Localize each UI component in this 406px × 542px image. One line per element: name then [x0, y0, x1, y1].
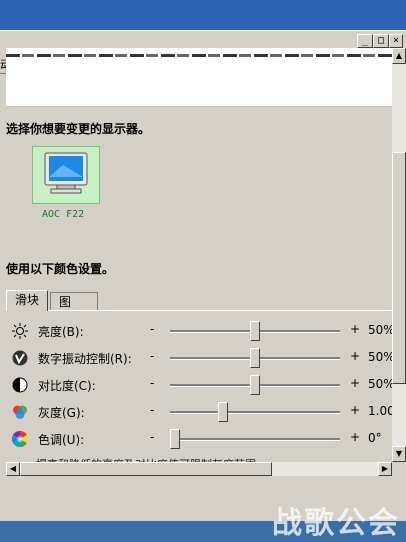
sun-icon — [12, 323, 28, 339]
scroll-left-arrow-icon[interactable]: ◀ — [6, 462, 20, 476]
slider-row-brightness: 亮度(B): - + 50% — [6, 319, 392, 343]
decrease-button[interactable]: - — [150, 349, 154, 363]
slider-panel: 亮度(B): - + 50% 数字振动控制(R): - + 50% 对比度( — [6, 310, 392, 462]
slider-row-gamma: 灰度(G): - + 1.00 — [6, 400, 392, 424]
slider-label: 数字振动控制(R): — [38, 352, 132, 366]
slider-thumb[interactable] — [250, 375, 260, 395]
slider-thumb[interactable] — [218, 402, 228, 422]
slider-label: 对比度(C): — [38, 379, 96, 393]
scroll-down-arrow-icon[interactable]: ▼ — [392, 446, 406, 462]
vibrance-icon — [12, 350, 28, 366]
contrast-icon — [12, 377, 28, 393]
increase-button[interactable]: + — [350, 322, 360, 336]
close-button[interactable]: × — [389, 34, 403, 48]
tab-slider[interactable]: 滑块 — [6, 290, 49, 311]
watermark-logo: 战歌公会 — [272, 506, 400, 541]
tab-strip: 滑块 图 — [6, 290, 392, 311]
use-colors-heading: 使用以下颜色设置。 — [6, 262, 115, 276]
decrease-button[interactable]: - — [150, 403, 154, 417]
slider-label: 色调(U): — [38, 433, 85, 447]
gamma-icon — [13, 405, 27, 419]
horizontal-scroll-thumb[interactable] — [20, 462, 272, 476]
increase-button[interactable]: + — [350, 349, 360, 363]
increase-button[interactable]: + — [350, 376, 360, 390]
decrease-button[interactable]: - — [150, 376, 154, 390]
slider-row-vibrance: 数字振动控制(R): - + 50% — [6, 346, 392, 370]
minimize-button[interactable]: _ — [357, 34, 373, 48]
slider-row-contrast: 对比度(C): - + 50% — [6, 373, 392, 397]
choose-display-heading: 选择你想要变更的显示器。 — [6, 122, 151, 136]
desktop-strip — [0, 0, 406, 30]
slider-value: 50% — [368, 323, 392, 337]
vertical-scrollbar[interactable]: ▲ ▼ — [392, 48, 406, 462]
monitor-icon — [44, 152, 88, 194]
horizontal-scrollbar[interactable]: ◀ ▶ — [6, 462, 392, 476]
decrease-button[interactable]: - — [150, 322, 154, 336]
slider-thumb[interactable] — [170, 429, 180, 449]
decrease-button[interactable]: - — [150, 430, 154, 444]
slider-label: 亮度(B): — [38, 325, 84, 339]
maximize-button[interactable]: □ — [373, 34, 389, 48]
banner-text-strip — [6, 54, 392, 57]
vertical-scroll-thumb[interactable] — [392, 152, 406, 384]
slider-value: 50% — [368, 350, 392, 364]
scroll-up-arrow-icon[interactable]: ▲ — [392, 48, 406, 64]
tab-graph[interactable]: 图 — [50, 292, 98, 311]
monitor-tile[interactable] — [32, 146, 100, 204]
slider-label: 灰度(G): — [38, 406, 85, 420]
slider-row-hue: 色调(U): - + 0° — [6, 427, 392, 451]
increase-button[interactable]: + — [350, 430, 360, 444]
slider-thumb[interactable] — [250, 321, 260, 341]
content-area: 选择你想要变更的显示器。 AOC F22 使用以下颜色设置。 滑块 图 亮度(B… — [6, 48, 392, 462]
slider-track[interactable] — [170, 438, 340, 441]
scroll-right-arrow-icon[interactable]: ▶ — [378, 462, 392, 476]
slider-value: 0° — [368, 431, 382, 445]
slider-thumb[interactable] — [250, 348, 260, 368]
monitor-label: AOC F22 — [42, 209, 85, 220]
hue-icon — [12, 431, 28, 447]
slider-value: 50% — [368, 377, 392, 391]
header-banner — [6, 48, 392, 107]
slider-value: 1.00 — [368, 404, 392, 418]
increase-button[interactable]: + — [350, 403, 360, 417]
slider-track[interactable] — [170, 411, 340, 414]
